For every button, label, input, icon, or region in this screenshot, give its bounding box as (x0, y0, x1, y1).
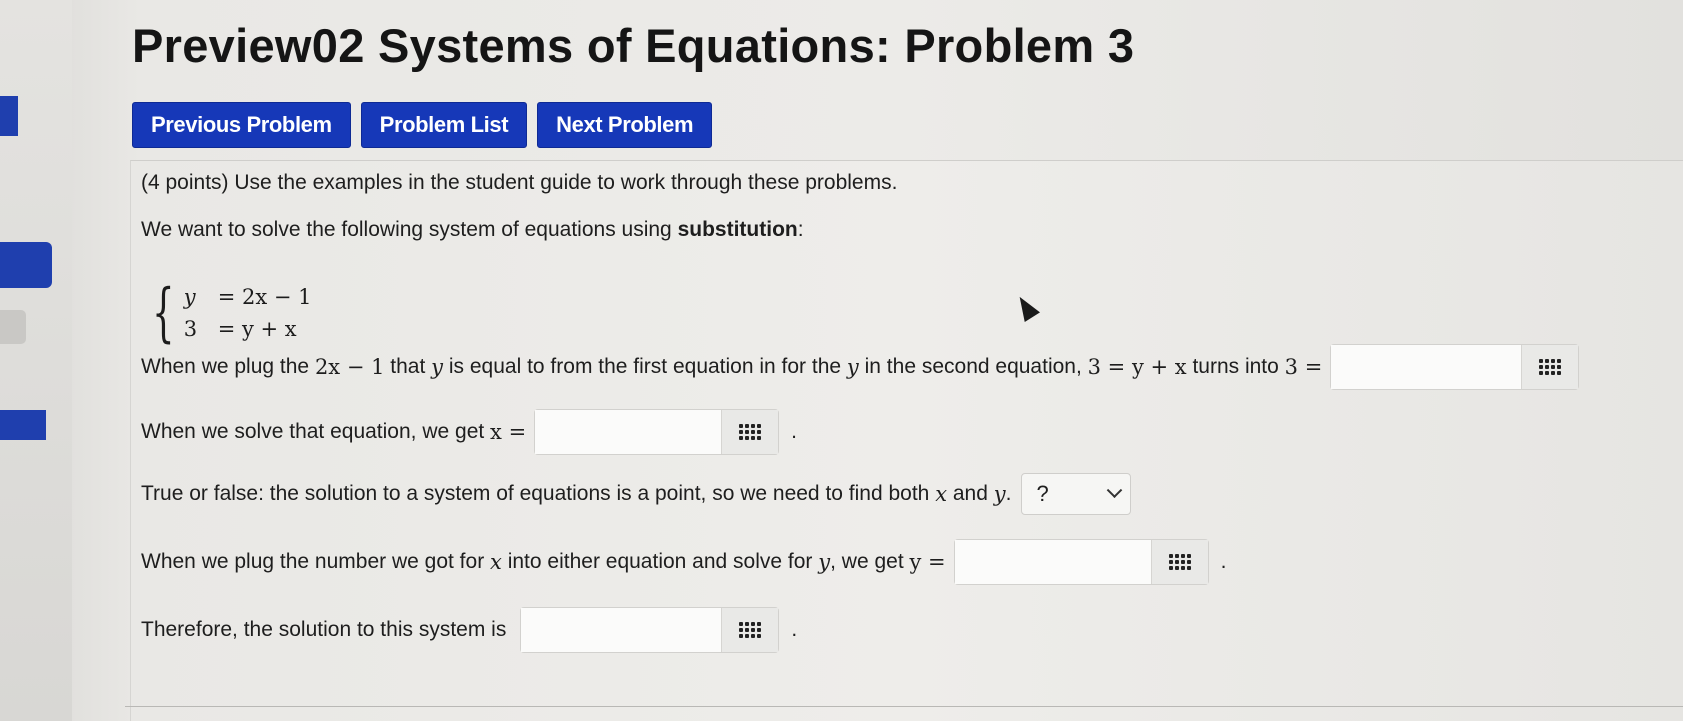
sidebar-tab[interactable] (0, 310, 26, 344)
answer-input-5[interactable] (521, 608, 723, 652)
select-value: ? (1036, 481, 1049, 506)
q1-text: is equal to from the first equation in f… (443, 355, 847, 378)
equation-system: { y = 2x − 1 3 = y + x (143, 276, 312, 350)
question-3: True or false: the solution to a system … (141, 473, 1132, 515)
keyboard-grid-icon[interactable] (722, 608, 779, 652)
page: Preview02 Systems of Equations: Problem … (0, 0, 1683, 721)
answer-input-2[interactable] (535, 410, 723, 454)
problem-body: (4 points) Use the examples in the stude… (130, 160, 1683, 721)
answer-box-2 (534, 409, 780, 455)
system-row2-lhs: 3 (183, 317, 198, 341)
q4-end: . (1220, 550, 1227, 573)
keyboard-grid-icon[interactable] (1151, 540, 1208, 584)
q5-text: Therefore, the solution to this system i… (141, 618, 507, 641)
q1-text: When we plug the (141, 355, 315, 378)
q3-text: and (947, 482, 994, 505)
statement-colon: : (797, 218, 804, 241)
q4-var: y (818, 550, 831, 574)
sidebar-tab[interactable] (0, 242, 52, 288)
keyboard-grid-icon[interactable] (722, 410, 779, 454)
q3-text: True or false: the solution to a system … (141, 482, 936, 505)
sidebar-tab[interactable] (0, 96, 18, 136)
q1-text: turns into (1186, 355, 1285, 378)
q4-text: When we plug the number we got for (141, 550, 491, 573)
question-4: When we plug the number we got for x int… (141, 539, 1227, 585)
previous-problem-button[interactable]: Previous Problem (132, 102, 351, 148)
q2-expr: x = (490, 420, 527, 444)
question-2: When we solve that equation, we get x = … (141, 409, 797, 455)
q1-text: in the second equation, (858, 355, 1088, 378)
answer-box-5 (520, 607, 780, 653)
q1-text: that (384, 355, 432, 378)
answer-box-1 (1330, 344, 1580, 390)
question-5: Therefore, the solution to this system i… (141, 607, 797, 653)
sidebar-tab[interactable] (0, 410, 46, 440)
chevron-down-icon (1107, 481, 1123, 498)
q4-text: , we get (830, 550, 910, 573)
answer-input-4[interactable] (954, 540, 1152, 584)
system-row2-rhs: = y + x (217, 317, 297, 341)
q4-expr: y = (909, 550, 946, 574)
q1-var: y (846, 355, 859, 379)
question-1: When we plug the 2x − 1 that y is equal … (141, 344, 1580, 390)
keyboard-grid-icon[interactable] (1522, 345, 1579, 389)
problem-statement: We want to solve the following system of… (141, 218, 804, 242)
q4-text: into either equation and solve for (501, 550, 819, 573)
q1-expr: 3 = (1284, 355, 1323, 379)
q1-expr: 2x − 1 (314, 355, 385, 379)
problem-intro: (4 points) Use the examples in the stude… (141, 171, 898, 194)
next-problem-button[interactable]: Next Problem (537, 102, 713, 148)
system-brace: { (152, 276, 175, 350)
system-row1-lhs: y (183, 285, 196, 309)
page-title: Preview02 Systems of Equations: Problem … (132, 19, 1135, 72)
statement-text: We want to solve the following system of… (141, 218, 678, 241)
answer-box-4 (953, 539, 1209, 585)
divider (125, 706, 1683, 707)
q2-end: . (791, 420, 798, 443)
q1-var: y (431, 355, 444, 379)
q5-end: . (791, 618, 798, 641)
q1-expr: 3 = y + x (1087, 355, 1187, 379)
q3-end: . (1005, 482, 1012, 505)
q3-var: y (993, 482, 1006, 506)
system-row1-rhs: = 2x − 1 (217, 285, 312, 309)
sidebar-edge (0, 0, 72, 721)
true-false-select[interactable]: ? (1021, 473, 1132, 515)
q4-var: x (490, 550, 502, 574)
q2-text: When we solve that equation, we get (141, 420, 491, 443)
problem-navigation: Previous Problem Problem List Next Probl… (132, 102, 713, 148)
answer-input-1[interactable] (1331, 345, 1523, 389)
q3-var: x (935, 482, 948, 506)
statement-method: substitution (677, 218, 798, 241)
problem-list-button[interactable]: Problem List (360, 102, 528, 148)
